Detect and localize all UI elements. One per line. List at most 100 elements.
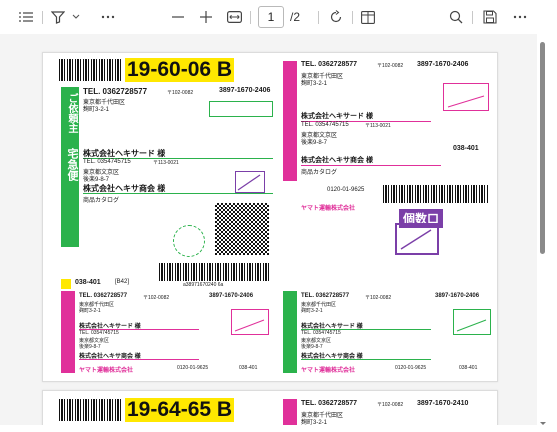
sender-zip: 〒102-0082 bbox=[377, 402, 404, 408]
zoom-in-icon[interactable] bbox=[198, 8, 214, 26]
sender-address-2: 麹町3-2-1 bbox=[301, 420, 328, 425]
contact-phone: 0120-01-9625 bbox=[327, 187, 365, 193]
recipient-tel: TEL. 0354745715 bbox=[79, 330, 119, 336]
barcode bbox=[59, 399, 121, 421]
search-icon[interactable] bbox=[448, 8, 464, 26]
tracking-number: 3897-1670-2410 bbox=[417, 400, 469, 407]
label-stripe bbox=[283, 61, 297, 181]
pdf-toolbar: 1 /2 bbox=[0, 0, 557, 34]
zoom-out-icon[interactable] bbox=[170, 8, 186, 26]
recipient-tel: TEL. 0354745715 bbox=[83, 159, 131, 165]
sort-code: 19-60-06 B bbox=[125, 58, 235, 82]
sender-tel: TEL. 0362728577 bbox=[301, 400, 358, 407]
page-number-input[interactable]: 1 bbox=[258, 6, 284, 28]
consignee-company: 株式会社ヘキサ商会 様 bbox=[301, 354, 363, 360]
qr-code bbox=[215, 203, 269, 255]
consignee-company: 株式会社ヘキサ商会 様 bbox=[301, 157, 373, 164]
recipient-zip: 〒113-0021 bbox=[365, 123, 391, 129]
client-label: ご依頼主 bbox=[66, 93, 77, 133]
barcode bbox=[159, 263, 269, 281]
service-label: 宅急便 bbox=[66, 148, 78, 181]
rotate-icon[interactable] bbox=[328, 8, 344, 26]
label-stripe bbox=[283, 291, 297, 373]
fit-width-icon[interactable] bbox=[226, 8, 242, 26]
recipient-tel: TEL. 0354745715 bbox=[301, 122, 349, 128]
consignee-company: 株式会社ヘキサ商会 様 bbox=[79, 354, 141, 360]
page-total-label: /2 bbox=[290, 10, 301, 24]
tracking-number: 3897-1670-2406 bbox=[209, 293, 254, 299]
barcode bbox=[59, 59, 121, 81]
recipient-address-2: 後楽9-8-7 bbox=[301, 140, 328, 146]
small-code: 038-401 bbox=[75, 279, 101, 286]
sender-tel: TEL. 0362728577 bbox=[83, 87, 148, 96]
vertical-scrollbar[interactable] bbox=[539, 34, 547, 425]
chevron-down-icon[interactable] bbox=[70, 8, 82, 26]
carrier-name: ヤマト運輸株式会社 bbox=[301, 206, 356, 212]
save-icon[interactable] bbox=[482, 8, 498, 26]
small-code: 038-401 bbox=[459, 365, 478, 371]
recipient-address-2: 後楽9-8-7 bbox=[83, 177, 110, 183]
barcode bbox=[383, 185, 489, 203]
filter-icon[interactable] bbox=[50, 8, 66, 26]
two-page-icon[interactable] bbox=[360, 8, 376, 26]
label-stripe bbox=[61, 291, 75, 373]
piece-count-box bbox=[395, 223, 439, 255]
toolbar-separator bbox=[472, 11, 473, 24]
tracking-number: 3897-1670-2406 bbox=[435, 293, 480, 299]
sender-zip: 〒102-0082 bbox=[377, 63, 404, 69]
recipient-company: 株式会社ヘキサード 様 bbox=[83, 149, 166, 158]
sender-address-2: 麹町3-2-1 bbox=[79, 308, 101, 314]
recipient-address-2: 後楽9-8-7 bbox=[79, 344, 101, 350]
more-icon[interactable] bbox=[100, 8, 116, 26]
sender-tel: TEL. 0362728577 bbox=[79, 293, 128, 299]
sender-address-2: 麹町3-2-1 bbox=[301, 308, 323, 314]
recipient-tel: TEL. 0354745715 bbox=[301, 330, 341, 336]
stamp-box bbox=[453, 309, 491, 335]
tracking-number: 3897-1670-2406 bbox=[219, 87, 271, 94]
contact-phone: 0120-01-9625 bbox=[177, 365, 209, 371]
carrier-name: ヤマト運輸株式会社 bbox=[301, 368, 356, 374]
sender-zip: 〒102-0082 bbox=[143, 295, 170, 301]
toolbar-separator bbox=[250, 11, 251, 24]
sender-tel: TEL. 0362728577 bbox=[301, 61, 358, 68]
check-box bbox=[235, 171, 265, 193]
sender-address-2: 麹町3-2-1 bbox=[301, 81, 328, 87]
sender-tel: TEL. 0362728577 bbox=[301, 293, 350, 299]
toolbar-separator bbox=[318, 11, 319, 24]
recipient-company: 株式会社ヘキサード 様 bbox=[301, 324, 363, 330]
stamp-box bbox=[231, 309, 269, 335]
tracking-number: 3897-1670-2406 bbox=[417, 61, 469, 68]
recipient-zip: 〒113-0021 bbox=[153, 160, 179, 166]
sender-zip: 〒102-0082 bbox=[167, 90, 194, 96]
small-code: 038-401 bbox=[453, 145, 479, 152]
stamp-box bbox=[209, 101, 273, 117]
label-stripe bbox=[283, 399, 297, 425]
recipient-address-2: 後楽9-8-7 bbox=[301, 344, 323, 350]
sort-code: 19-64-65 B bbox=[125, 398, 235, 422]
more-icon[interactable] bbox=[512, 8, 528, 26]
sender-zip: 〒102-0082 bbox=[365, 295, 392, 301]
stamp-box bbox=[443, 83, 489, 111]
sender-address-2: 麹町3-2-1 bbox=[83, 107, 110, 113]
document-viewer[interactable]: 19-60-06 B ご依頼主 宅急便 TEL. 0362728577 〒102… bbox=[0, 34, 537, 425]
small-code-suffix: [B42] bbox=[115, 279, 130, 285]
barcode-number: a38971670240 6a bbox=[183, 282, 224, 288]
consignee-company: 株式会社ヘキサ商会 様 bbox=[83, 184, 166, 193]
pdf-page-1: 19-60-06 B ご依頼主 宅急便 TEL. 0362728577 〒102… bbox=[42, 52, 498, 382]
toolbar-separator bbox=[42, 11, 43, 24]
pdf-page-2: 19-64-65 B TEL. 0362728577 〒102-0082 389… bbox=[42, 390, 498, 425]
toolbar-separator bbox=[352, 11, 353, 24]
recipient-company: 株式会社ヘキサード 様 bbox=[79, 324, 141, 330]
small-code: 038-401 bbox=[239, 365, 258, 371]
item-description: 商品カタログ bbox=[301, 170, 338, 176]
scroll-down-icon[interactable] bbox=[539, 414, 547, 425]
stamp-circle bbox=[173, 225, 205, 257]
recipient-company: 株式会社ヘキサード 様 bbox=[301, 113, 373, 120]
yellow-marker bbox=[61, 279, 71, 289]
list-icon[interactable] bbox=[18, 8, 34, 26]
carrier-name: ヤマト運輸株式会社 bbox=[79, 368, 134, 374]
contact-phone: 0120-01-9625 bbox=[395, 365, 427, 371]
item-description: 商品カタログ bbox=[83, 198, 120, 204]
scrollbar-thumb[interactable] bbox=[540, 42, 545, 254]
divider bbox=[301, 165, 441, 166]
